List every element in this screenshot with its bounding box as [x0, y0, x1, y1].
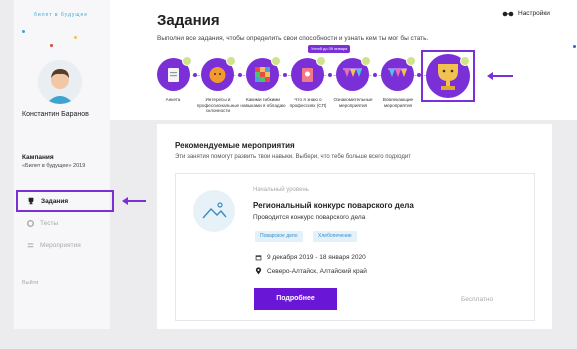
campaign-title: Кампания — [22, 154, 54, 161]
event-location: Северо-Алтайск, Алтайский край — [255, 267, 367, 275]
decor-dot — [74, 36, 77, 39]
event-tag[interactable]: Хлебопечение — [313, 231, 357, 242]
event-location-text: Северо-Алтайск, Алтайский край — [267, 267, 367, 275]
logout-link[interactable]: Выйти — [22, 280, 38, 286]
settings-label: Настройки — [518, 10, 550, 17]
campaign-text: «Билет в будущее» 2019 — [22, 163, 86, 169]
step-interests[interactable] — [201, 56, 236, 91]
step-label: Анкета — [165, 97, 181, 102]
settings-icon — [27, 219, 34, 227]
glasses-icon — [502, 11, 514, 16]
avatar[interactable] — [38, 60, 82, 104]
step-questionnaire[interactable] — [157, 56, 192, 91]
step-final-trophy[interactable] — [426, 54, 470, 98]
trophy-icon — [28, 197, 34, 205]
event-description: Проводится конкурс поварского дела — [253, 214, 366, 221]
timeline-dot — [373, 73, 377, 77]
calendar-icon — [255, 255, 262, 261]
avatar-icon — [38, 60, 82, 104]
event-dates-text: 9 декабря 2019 - 18 января 2020 — [267, 254, 366, 261]
step-label: Какими гибкими навыками я обладаю — [240, 97, 286, 108]
decor-dot — [573, 45, 576, 48]
annotation-arrow — [487, 72, 513, 80]
sidebar-item-events[interactable]: Мероприятия — [22, 234, 106, 256]
check-icon — [406, 56, 416, 66]
event-title[interactable]: Региональный конкурс поварского дела — [253, 201, 414, 210]
page-subtitle: Выполни все задания, чтобы определить св… — [157, 35, 429, 42]
event-dates: 9 декабря 2019 - 18 января 2020 — [255, 254, 366, 261]
user-name: Константин Баранов — [22, 111, 89, 118]
step-label: Что я знаю о профессиях (СП) — [289, 97, 327, 108]
list-icon — [27, 242, 34, 247]
step-soft-skills[interactable] — [246, 56, 281, 91]
sidebar-item-tasks[interactable]: Задания — [16, 190, 114, 212]
deadline-badge: Успей до 09 января — [308, 45, 351, 53]
recommended-title: Рекомендуемые мероприятия — [175, 141, 295, 150]
check-icon — [460, 56, 470, 66]
check-icon — [182, 56, 192, 66]
annotation-arrow — [122, 197, 146, 205]
sidebar-item-tests[interactable]: Тесты — [22, 212, 106, 234]
step-label: Интересы и профессиональные склонности — [196, 97, 240, 113]
event-image — [193, 190, 235, 232]
sidebar-item-label: Задания — [41, 197, 69, 205]
details-button[interactable]: Подробнее — [254, 288, 337, 310]
timeline-dot — [238, 73, 242, 77]
decor-dot — [22, 30, 25, 33]
step-label: Вовлекающие мероприятия — [382, 97, 414, 108]
check-icon — [316, 56, 326, 66]
logo[interactable]: билет в будущее — [34, 12, 94, 18]
decor-dot — [50, 44, 53, 47]
step-professions[interactable] — [291, 56, 326, 91]
event-level: Начальный уровень — [253, 187, 309, 193]
step-engaging-events[interactable] — [381, 56, 416, 91]
recommended-subtitle: Эти занятия помогут развить твои навыки.… — [175, 154, 411, 160]
step-intro-events[interactable] — [336, 56, 371, 91]
location-pin-icon — [255, 267, 262, 275]
timeline-dot — [283, 73, 287, 77]
check-icon — [226, 56, 236, 66]
settings-button[interactable]: Настройки — [502, 10, 550, 17]
step-label: Ознакомительные мероприятия — [333, 97, 373, 108]
check-icon — [271, 56, 281, 66]
timeline-dot — [328, 73, 332, 77]
check-icon — [361, 56, 371, 66]
sidebar-item-label: Мероприятия — [40, 241, 81, 249]
image-placeholder-icon — [202, 202, 227, 219]
sidebar-item-label: Тесты — [40, 219, 59, 227]
event-price: Бесплатно — [461, 296, 494, 303]
event-tag[interactable]: Поварское дело — [255, 231, 303, 242]
timeline-dot — [193, 73, 197, 77]
page-title: Задания — [157, 12, 220, 29]
